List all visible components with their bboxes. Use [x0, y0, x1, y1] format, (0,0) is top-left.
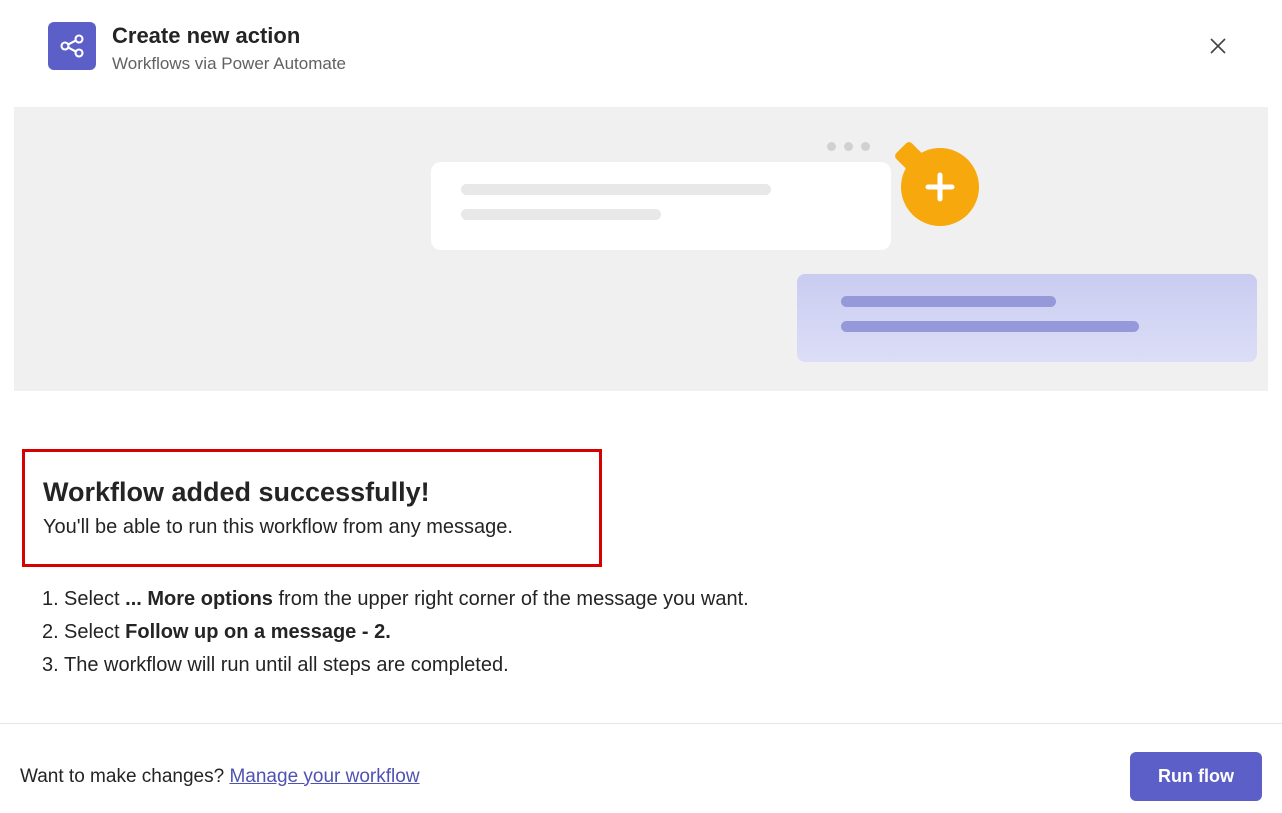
illustration-reply-bubble	[797, 274, 1257, 362]
step-3: The workflow will run until all steps ar…	[64, 649, 1242, 682]
dialog-header: Create new action Workflows via Power Au…	[0, 0, 1282, 91]
close-icon	[1208, 36, 1228, 56]
workflow-dialog: Create new action Workflows via Power Au…	[0, 0, 1282, 813]
close-button[interactable]	[1202, 30, 1234, 62]
title-block: Create new action Workflows via Power Au…	[112, 22, 1202, 75]
run-flow-button[interactable]: Run flow	[1130, 752, 1262, 801]
illustration-message-bubble	[431, 162, 891, 250]
dialog-title: Create new action	[112, 22, 1202, 50]
manage-workflow-link[interactable]: Manage your workflow	[229, 766, 419, 787]
success-description: You'll be able to run this workflow from…	[43, 512, 575, 542]
typing-dots-icon	[827, 142, 870, 151]
workflows-app-icon	[48, 22, 96, 70]
content-area: Workflow added successfully! You'll be a…	[0, 391, 1282, 723]
step-2: Select Follow up on a message - 2.	[64, 616, 1242, 649]
dialog-footer: Want to make changes? Manage your workfl…	[0, 723, 1282, 813]
hero-inner	[231, 134, 1051, 364]
step-1: Select ... More options from the upper r…	[64, 583, 1242, 616]
plus-badge-icon	[901, 148, 979, 226]
dialog-subtitle: Workflows via Power Automate	[112, 52, 1202, 76]
success-heading: Workflow added successfully!	[43, 476, 575, 510]
hero-illustration	[14, 107, 1268, 391]
success-highlight: Workflow added successfully! You'll be a…	[22, 449, 602, 567]
instruction-steps: Select ... More options from the upper r…	[40, 583, 1242, 682]
share-nodes-icon	[58, 32, 86, 60]
footer-text: Want to make changes? Manage your workfl…	[20, 766, 420, 788]
